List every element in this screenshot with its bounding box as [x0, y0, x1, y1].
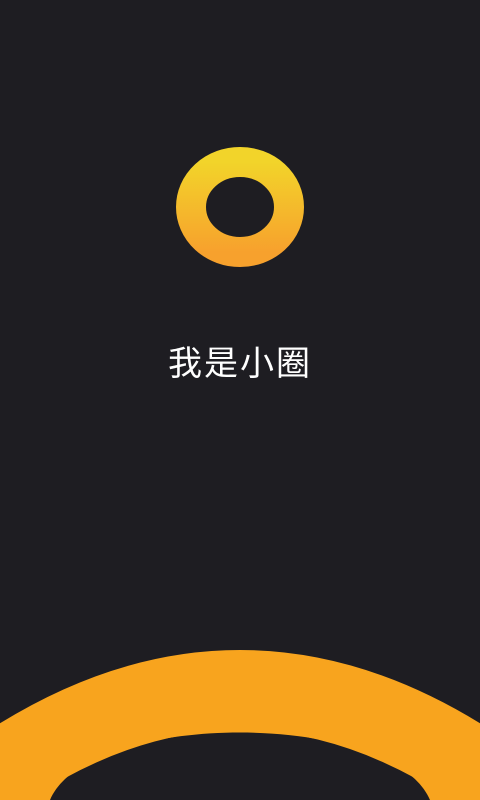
orange-arc-icon	[0, 650, 480, 800]
app-tagline: 我是小圈	[168, 344, 312, 384]
splash-screen: 我是小圈	[0, 0, 480, 800]
ring-logo-icon	[176, 147, 304, 267]
